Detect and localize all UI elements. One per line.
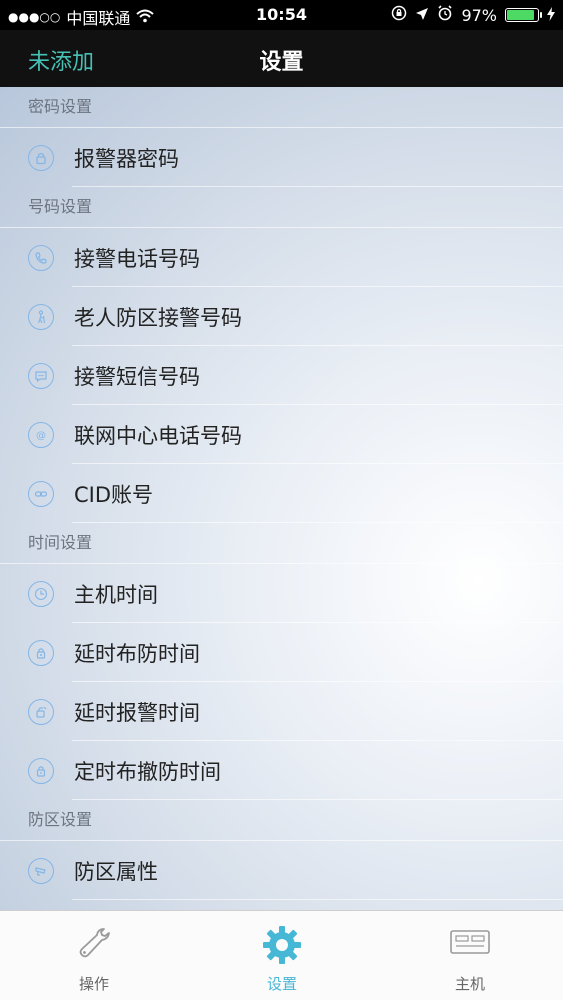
battery-icon bbox=[505, 8, 542, 22]
tab-bar: 操作 设置 主机 bbox=[0, 910, 563, 1000]
status-right: 97% bbox=[391, 5, 555, 25]
settings-row-label: 接警短信号码 bbox=[74, 364, 200, 389]
alarm-timer-icon bbox=[28, 698, 54, 725]
settings-row-elder-zone-phone[interactable]: 老人防区接警号码 bbox=[0, 287, 563, 346]
settings-row-label: 延时报警时间 bbox=[74, 700, 200, 725]
location-icon bbox=[415, 6, 429, 25]
elder-icon bbox=[28, 303, 54, 330]
settings-row-label: 定时布撤防时间 bbox=[74, 759, 221, 784]
tab-operate[interactable]: 操作 bbox=[0, 911, 188, 1000]
message-icon bbox=[28, 362, 54, 389]
settings-row-host-time[interactable]: 主机时间 bbox=[0, 564, 563, 623]
gear-icon bbox=[262, 925, 302, 969]
settings-row-alarm-phone[interactable]: 接警电话号码 bbox=[0, 228, 563, 287]
lock-timer-icon bbox=[28, 639, 54, 666]
settings-row-label: 接警电话号码 bbox=[74, 246, 200, 271]
nav-bar: 未添加 设置 bbox=[0, 30, 563, 87]
at-icon: @ bbox=[28, 421, 54, 448]
page-title: 设置 bbox=[259, 50, 304, 75]
phone-icon bbox=[28, 244, 54, 271]
settings-row-alarm-password[interactable]: 报警器密码 bbox=[0, 128, 563, 187]
settings-row-label: CID账号 bbox=[74, 482, 154, 507]
settings-row-label: 延时布防时间 bbox=[74, 641, 200, 666]
tab-label: 操作 bbox=[78, 975, 109, 993]
camera-icon bbox=[28, 857, 54, 884]
status-bar: ●●●○○ 中国联通 10:54 97% bbox=[0, 0, 563, 30]
settings-row-label: 联网中心电话号码 bbox=[74, 423, 242, 448]
svg-text:@: @ bbox=[36, 430, 46, 441]
settings-row-cid-account[interactable]: CID账号 bbox=[0, 464, 563, 523]
settings-row-label: 防区属性 bbox=[74, 859, 158, 884]
settings-row-alarm-sms[interactable]: 接警短信号码 bbox=[0, 346, 563, 405]
section-header-time: 时间设置 bbox=[0, 523, 563, 564]
section-header-password: 密码设置 bbox=[0, 87, 563, 128]
tab-label: 设置 bbox=[266, 975, 297, 993]
rotation-lock-icon bbox=[391, 5, 407, 25]
host-device-icon bbox=[448, 925, 492, 963]
wrench-icon bbox=[74, 925, 114, 965]
link-icon bbox=[28, 480, 54, 507]
tab-label: 主机 bbox=[454, 975, 485, 993]
tab-host[interactable]: 主机 bbox=[376, 911, 563, 1000]
settings-list[interactable]: 密码设置 报警器密码 号码设置 接警电话号码 老人防区接警号码 接警短信号码 @… bbox=[0, 87, 563, 910]
lock-icon bbox=[28, 144, 54, 171]
settings-row-schedule-arm-time[interactable]: 定时布撤防时间 bbox=[0, 741, 563, 800]
settings-row-label: 主机时间 bbox=[74, 582, 158, 607]
battery-percent: 97% bbox=[461, 5, 497, 25]
settings-row-label: 老人防区接警号码 bbox=[74, 305, 242, 330]
charging-icon bbox=[547, 6, 555, 25]
lock-schedule-icon bbox=[28, 757, 54, 784]
tab-settings[interactable]: 设置 bbox=[188, 911, 376, 1000]
settings-row-label: 报警器密码 bbox=[74, 146, 179, 171]
clock-icon bbox=[28, 580, 54, 607]
section-header-zone: 防区设置 bbox=[0, 800, 563, 841]
section-header-numbers: 号码设置 bbox=[0, 187, 563, 228]
settings-row-delay-arm-time[interactable]: 延时布防时间 bbox=[0, 623, 563, 682]
settings-row-center-phone[interactable]: @ 联网中心电话号码 bbox=[0, 405, 563, 464]
settings-row-zone-properties[interactable]: 防区属性 bbox=[0, 841, 563, 900]
alarm-clock-icon bbox=[437, 5, 453, 25]
settings-row-delay-alarm-time[interactable]: 延时报警时间 bbox=[0, 682, 563, 741]
